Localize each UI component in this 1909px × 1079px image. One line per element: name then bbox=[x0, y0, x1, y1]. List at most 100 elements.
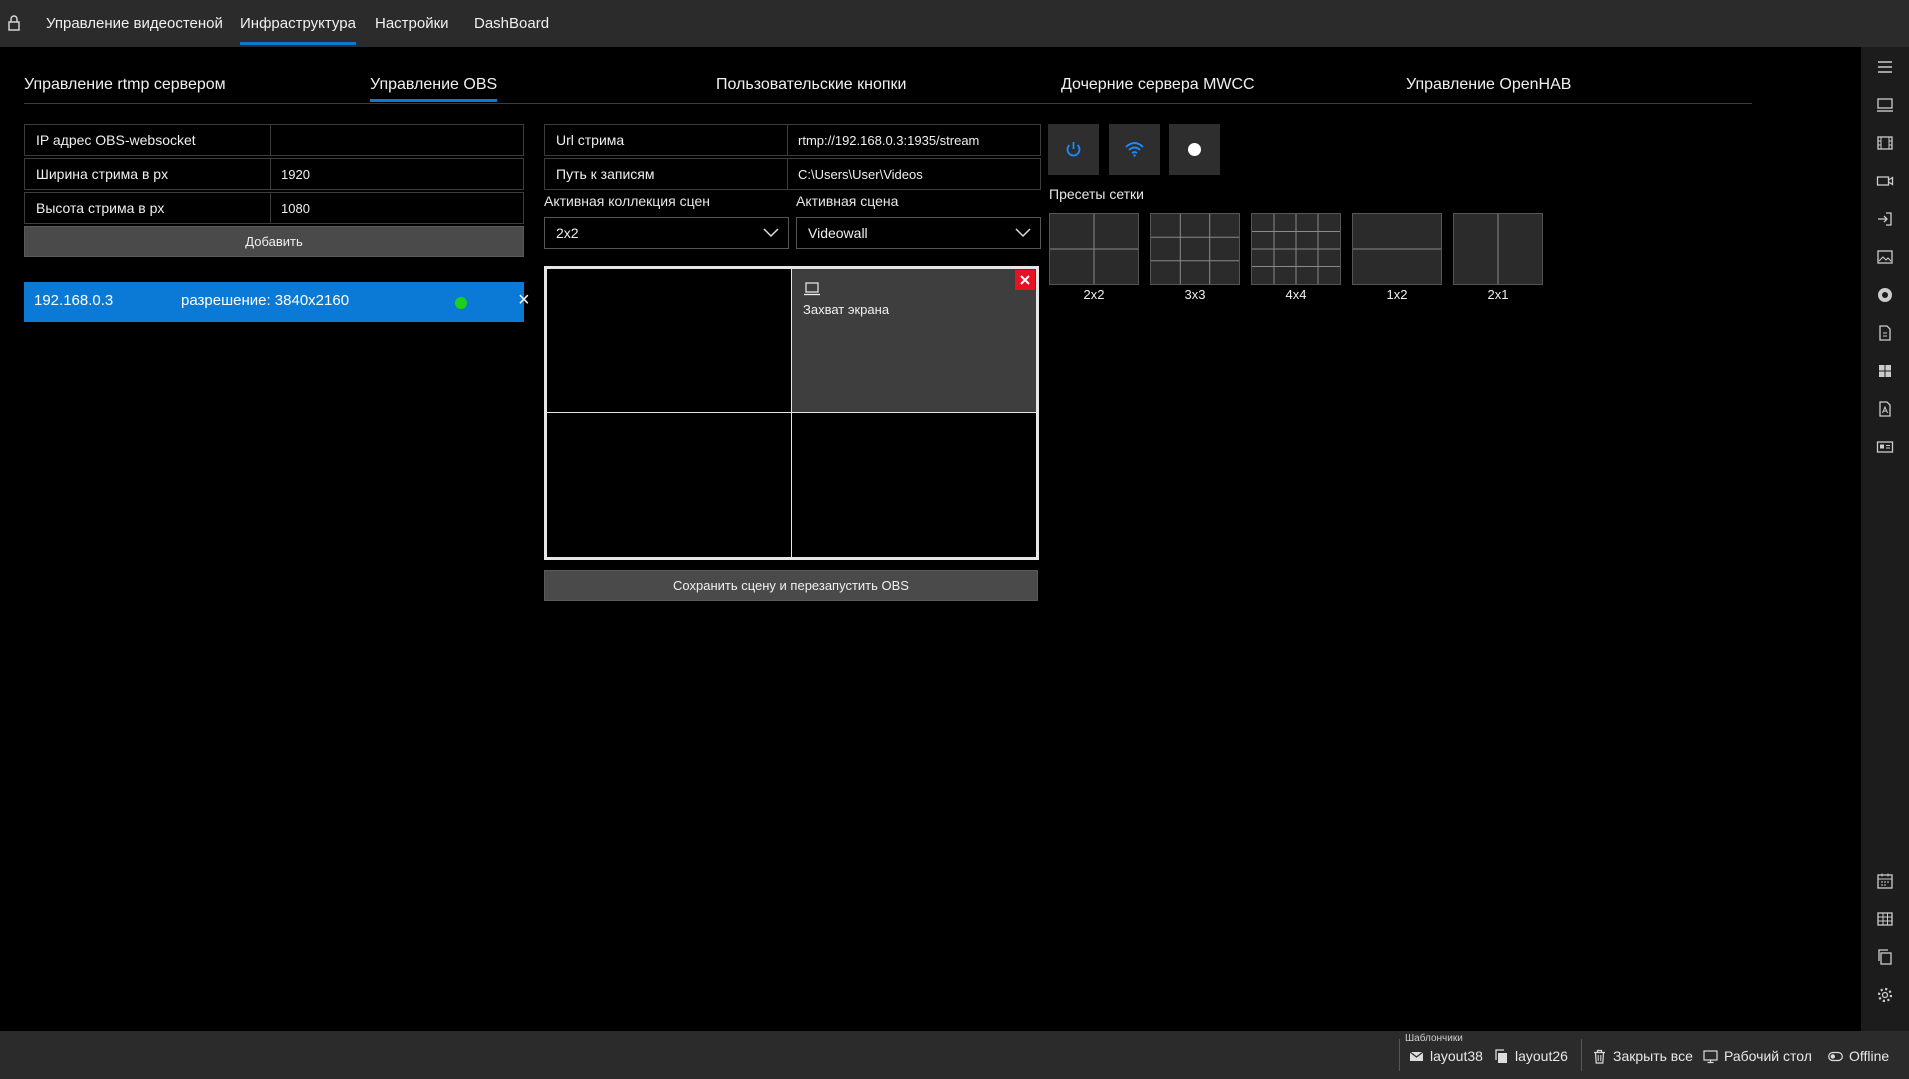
scene-dropdown[interactable]: Videowall bbox=[796, 217, 1041, 249]
scene-label: Активная сцена bbox=[796, 193, 899, 209]
preset-3x3[interactable] bbox=[1150, 213, 1240, 285]
preset-2x1[interactable] bbox=[1453, 213, 1543, 285]
login-icon[interactable] bbox=[1876, 210, 1894, 228]
preset-2x2[interactable] bbox=[1049, 213, 1139, 285]
table-icon[interactable] bbox=[1876, 910, 1894, 928]
film-icon[interactable] bbox=[1876, 134, 1894, 152]
video-camera-icon[interactable] bbox=[1876, 172, 1894, 190]
windows-icon[interactable] bbox=[1876, 362, 1894, 380]
ip-row: IP адрес OBS-websocket bbox=[24, 124, 524, 156]
close-all-button[interactable]: Закрыть все bbox=[1592, 1046, 1693, 1066]
grid-2x2-icon bbox=[1050, 214, 1138, 284]
monitor-icon[interactable] bbox=[1876, 96, 1894, 114]
bottom-bar: Шаблончики layout38 layout26 Закрыть все… bbox=[0, 1031, 1909, 1079]
nav-settings[interactable]: Настройки bbox=[375, 0, 449, 47]
ip-label: IP адрес OBS-websocket bbox=[25, 125, 271, 155]
template-layout26[interactable]: layout26 bbox=[1494, 1046, 1574, 1066]
path-row: Путь к записям bbox=[544, 158, 1041, 190]
status-label: Offline bbox=[1849, 1048, 1890, 1064]
grid-2x1-icon bbox=[1497, 214, 1499, 284]
remove-source-button[interactable] bbox=[1015, 270, 1035, 290]
acrobat-file-icon[interactable] bbox=[1876, 400, 1894, 418]
chrome-icon[interactable] bbox=[1876, 286, 1894, 304]
scene-value: Videowall bbox=[808, 225, 868, 241]
preset-label: 1x2 bbox=[1386, 287, 1408, 302]
settings-icon[interactable] bbox=[1876, 986, 1894, 1004]
lock-icon[interactable] bbox=[7, 14, 21, 32]
grid-3x3-icon bbox=[1151, 214, 1239, 284]
template-layout38[interactable]: layout38 bbox=[1409, 1046, 1489, 1066]
preset-label: 4x4 bbox=[1285, 287, 1307, 302]
height-input[interactable] bbox=[271, 193, 523, 223]
path-label: Путь к записям bbox=[545, 159, 788, 189]
templates-label: Шаблончики bbox=[1405, 1033, 1463, 1044]
width-input[interactable] bbox=[271, 159, 523, 189]
divider bbox=[1399, 1039, 1400, 1071]
height-label: Высота стрима в px bbox=[25, 193, 271, 223]
template-label: layout26 bbox=[1515, 1048, 1568, 1064]
template-label: layout38 bbox=[1430, 1048, 1483, 1064]
laptop-icon bbox=[804, 282, 820, 296]
nav-dashboard[interactable]: DashBoard bbox=[474, 0, 549, 47]
ip-input[interactable] bbox=[271, 125, 523, 155]
image-icon[interactable] bbox=[1876, 248, 1894, 266]
power-button[interactable] bbox=[1048, 124, 1099, 175]
collection-dropdown[interactable]: 2x2 bbox=[544, 217, 789, 249]
scene-cell-1[interactable] bbox=[546, 268, 792, 413]
url-label: Url стрима bbox=[545, 125, 788, 155]
status-dot bbox=[455, 297, 467, 309]
id-card-icon[interactable] bbox=[1876, 438, 1894, 456]
tab-child-servers[interactable]: Дочерние сервера MWCC bbox=[1061, 70, 1255, 102]
toggle-icon bbox=[1828, 1051, 1843, 1062]
close-all-label: Закрыть все bbox=[1613, 1048, 1693, 1064]
record-button[interactable] bbox=[1169, 124, 1220, 175]
grid-4x4-icon bbox=[1252, 214, 1340, 284]
copy-icon[interactable] bbox=[1876, 948, 1894, 966]
tab-rtmp-server[interactable]: Управление rtmp сервером bbox=[24, 70, 226, 102]
tabs-divider bbox=[24, 103, 1752, 104]
tab-openhab[interactable]: Управление OpenHAB bbox=[1406, 70, 1571, 102]
right-sidebar bbox=[1861, 47, 1909, 1031]
preset-4x4[interactable] bbox=[1251, 213, 1341, 285]
tab-obs[interactable]: Управление OBS bbox=[370, 70, 498, 102]
preset-label: 2x1 bbox=[1487, 287, 1509, 302]
tab-custom-buttons[interactable]: Пользовательские кнопки bbox=[716, 70, 906, 102]
power-icon bbox=[1066, 142, 1081, 157]
collection-value: 2x2 bbox=[556, 225, 579, 241]
pdf-file-icon[interactable] bbox=[1876, 324, 1894, 342]
remove-server-icon[interactable]: × bbox=[518, 290, 532, 310]
collection-label: Активная коллекция сцен bbox=[544, 193, 710, 209]
wifi-icon bbox=[1125, 142, 1144, 157]
preset-1x2[interactable] bbox=[1352, 213, 1442, 285]
add-button[interactable]: Добавить bbox=[24, 226, 524, 257]
server-item[interactable]: 192.168.0.3 разрешение: 3840x2160 × bbox=[24, 282, 530, 322]
desktop-button[interactable]: Рабочий стол bbox=[1703, 1046, 1813, 1066]
calendar-icon[interactable] bbox=[1876, 872, 1894, 890]
url-input[interactable] bbox=[788, 125, 1040, 155]
nav-infrastructure[interactable]: Инфраструктура bbox=[240, 0, 356, 47]
menu-icon[interactable] bbox=[1876, 58, 1894, 76]
chevron-down-icon bbox=[1015, 228, 1031, 238]
scene-cell-2[interactable]: Захват экрана bbox=[791, 268, 1037, 413]
wifi-button[interactable] bbox=[1109, 124, 1160, 175]
path-input[interactable] bbox=[788, 159, 1040, 189]
envelope-icon bbox=[1409, 1051, 1424, 1061]
offline-status[interactable]: Offline bbox=[1828, 1046, 1898, 1066]
copy-icon bbox=[1495, 1049, 1507, 1063]
nav-video-wall[interactable]: Управление видеостеной bbox=[46, 0, 223, 47]
width-row: Ширина стрима в px bbox=[24, 158, 524, 190]
scene-source-label: Захват экрана bbox=[803, 302, 890, 317]
server-resolution: разрешение: 3840x2160 bbox=[181, 292, 350, 309]
divider bbox=[1581, 1039, 1582, 1071]
presets-title: Пресеты сетки bbox=[1049, 186, 1144, 202]
record-icon bbox=[1188, 143, 1201, 156]
scene-cell-4[interactable] bbox=[791, 412, 1037, 558]
trash-icon bbox=[1594, 1049, 1605, 1064]
server-ip: 192.168.0.3 bbox=[34, 292, 114, 309]
scene-grid: Захват экрана bbox=[544, 266, 1039, 560]
grid-1x2-icon bbox=[1353, 248, 1441, 250]
preset-label: 2x2 bbox=[1083, 287, 1105, 302]
scene-cell-3[interactable] bbox=[546, 412, 792, 558]
save-scene-button[interactable]: Сохранить сцену и перезапустить OBS bbox=[544, 570, 1038, 601]
width-label: Ширина стрима в px bbox=[25, 159, 271, 189]
